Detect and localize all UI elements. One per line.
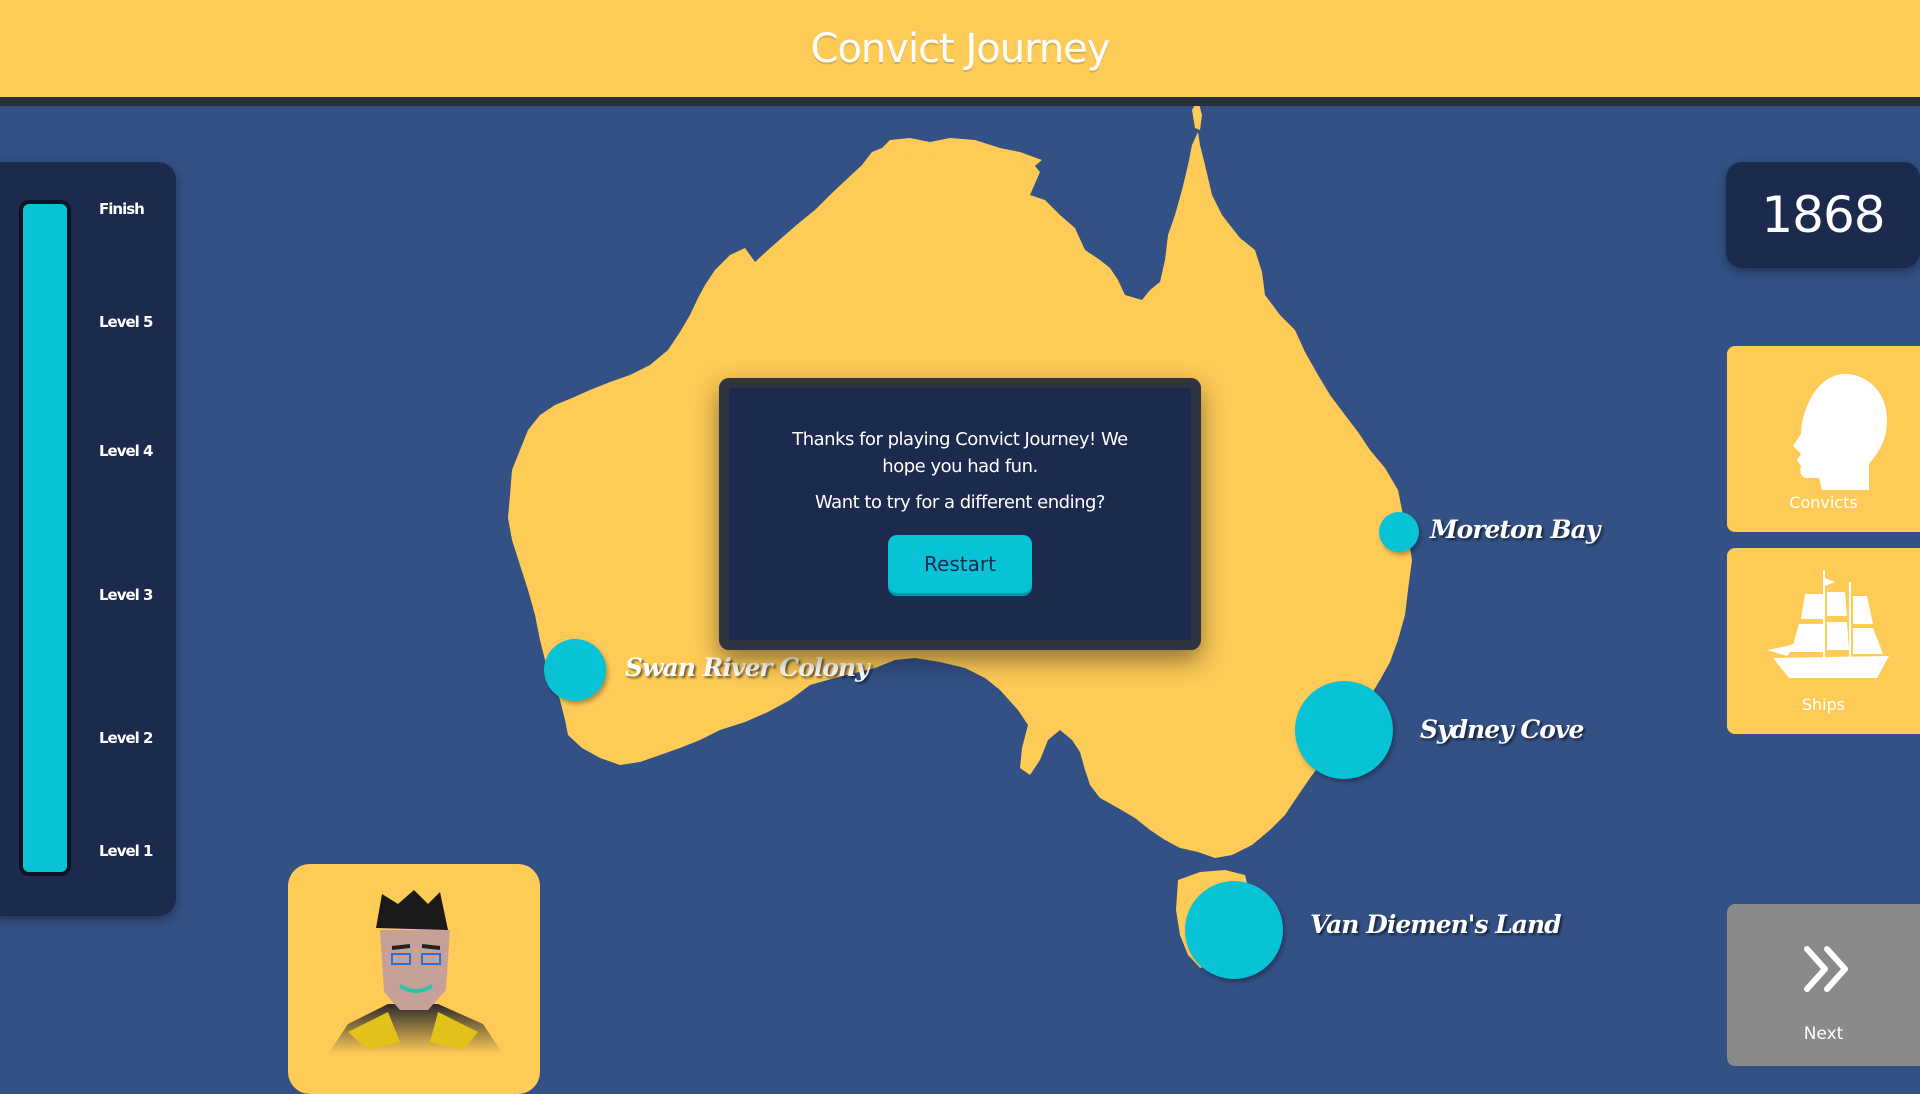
location-label-moreton-bay: Moreton Bay [1430,515,1600,544]
game-title: Convict Journey [810,25,1111,72]
location-marker-swan-river-colony[interactable] [544,639,606,701]
location-label-swan-river-colony: Swan River Colony [625,653,870,682]
location-marker-van-diemens-land[interactable] [1185,881,1283,979]
restart-button[interactable]: Restart [888,535,1032,593]
convicts-button[interactable]: Convicts [1727,346,1920,532]
dialog-message: Thanks for playing Convict Journey! We h… [792,429,1128,477]
head-silhouette-icon [1793,374,1887,490]
progress-track [19,200,71,876]
convict-portrait-icon [328,890,503,1054]
progress-fill [23,204,67,872]
end-game-dialog: Thanks for playing Convict Journey! We h… [719,378,1201,650]
level-label-4: Level 4 [99,442,153,460]
double-chevron-right-icon [1804,946,1848,992]
cape-york-detail [1192,106,1202,130]
location-marker-moreton-bay[interactable] [1379,512,1419,552]
character-portrait-card [288,864,540,1094]
ships-button[interactable]: Ships [1727,548,1920,734]
level-label-2: Level 2 [99,729,153,747]
location-label-sydney-cove: Sydney Cove [1420,715,1584,744]
level-label-3: Level 3 [99,586,153,604]
level-label-finish: Finish [99,200,145,218]
level-progress-panel: Finish Level 5 Level 4 Level 3 Level 2 L… [0,162,176,916]
next-label: Next [1803,1024,1844,1044]
sailing-ship-icon [1767,570,1889,678]
level-label-1: Level 1 [99,842,153,860]
location-label-van-diemens-land: Van Diemen's Land [1310,910,1562,939]
convicts-label: Convicts [1789,493,1858,512]
ships-label: Ships [1801,695,1846,714]
title-bar: Convict Journey [0,0,1920,106]
dialog-question: Want to try for a different ending? [815,492,1105,513]
level-label-5: Level 5 [99,313,153,331]
year-display: 1868 [1726,162,1920,268]
next-button[interactable]: Next [1727,904,1920,1066]
location-marker-sydney-cove[interactable] [1295,681,1393,779]
